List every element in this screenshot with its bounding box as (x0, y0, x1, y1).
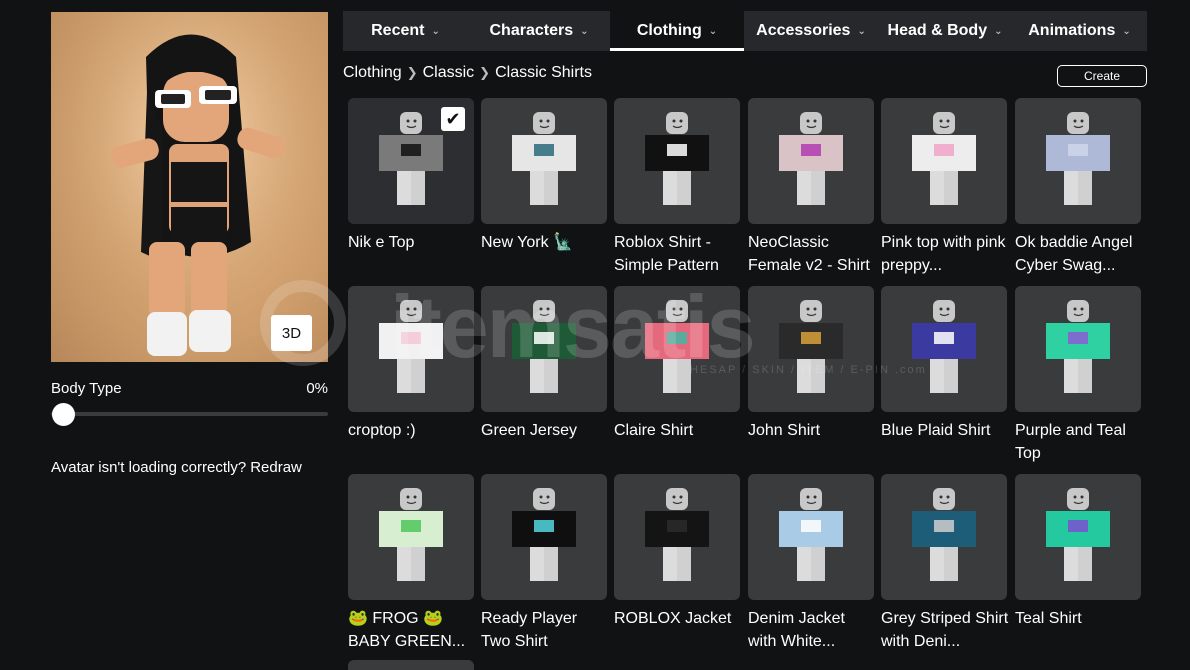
item-name[interactable]: ROBLOX Jacket (614, 607, 742, 630)
chevron-right-icon: ❯ (406, 65, 418, 80)
item-name[interactable]: Teal Shirt (1015, 607, 1143, 630)
item-thumbnail[interactable] (481, 286, 607, 412)
avatar-figure (51, 12, 328, 362)
item-thumbnail[interactable] (1015, 98, 1141, 224)
item-name[interactable]: Roblox Shirt - Simple Pattern (614, 231, 742, 277)
chevron-down-icon: ⌄ (994, 25, 1003, 37)
item-name[interactable]: Green Jersey (481, 419, 609, 442)
breadcrumb-current: Classic Shirts (495, 64, 592, 81)
item-avatar-preview (779, 488, 843, 581)
body-type-label: Body Type (51, 380, 122, 397)
item-thumbnail[interactable] (348, 474, 474, 600)
item-thumbnail[interactable] (881, 286, 1007, 412)
tab-head-body[interactable]: Head & Body ⌄ (878, 11, 1012, 51)
item-name[interactable]: NeoClassic Female v2 - Shirt (748, 231, 876, 277)
item-name[interactable]: Grey Striped Shirt with Deni... (881, 607, 1009, 653)
item-avatar-preview (645, 112, 709, 205)
chevron-down-icon: ⌄ (1122, 25, 1131, 37)
item-avatar-preview (379, 488, 443, 581)
item-thumbnail[interactable] (1015, 286, 1141, 412)
create-button[interactable]: Create (1057, 65, 1147, 87)
chevron-down-icon: ⌄ (580, 25, 589, 37)
item-name[interactable]: Purple and Teal Top (1015, 419, 1143, 465)
item-avatar-preview (1046, 300, 1110, 393)
body-type-slider-knob[interactable] (52, 403, 75, 426)
item-avatar-preview (1046, 488, 1110, 581)
item-thumbnail[interactable] (614, 98, 740, 224)
item-name[interactable]: John Shirt (748, 419, 876, 442)
item-thumbnail[interactable] (881, 474, 1007, 600)
item-thumbnail[interactable] (348, 286, 474, 412)
category-tabs: Recent ⌄ Characters ⌄ Clothing ⌄ Accessorie… (343, 11, 1147, 51)
item-avatar-preview (512, 300, 576, 393)
item-avatar-preview (645, 300, 709, 393)
item-card-partial[interactable] (348, 660, 474, 670)
item-name[interactable]: New York 🗽 (481, 231, 609, 254)
tab-label: Accessories (756, 22, 851, 39)
tab-animations[interactable]: Animations ⌄ (1012, 11, 1147, 51)
item-thumbnail[interactable] (881, 98, 1007, 224)
item-name[interactable]: croptop :) (348, 419, 476, 442)
tab-clothing[interactable]: Clothing ⌄ (610, 11, 744, 51)
breadcrumb-clothing[interactable]: Clothing (343, 64, 402, 81)
tab-label: Head & Body (887, 22, 988, 39)
item-name[interactable]: 🐸 FROG 🐸 BABY GREEN... (348, 607, 476, 653)
reload-hint: Avatar isn't loading correctly? Redraw (51, 459, 302, 476)
chevron-down-icon: ⌄ (708, 25, 718, 37)
item-name[interactable]: Claire Shirt (614, 419, 742, 442)
tab-label: Animations (1028, 22, 1116, 39)
item-name[interactable]: Nik e Top (348, 231, 476, 254)
breadcrumb-classic[interactable]: Classic (423, 64, 475, 81)
item-thumbnail[interactable] (748, 286, 874, 412)
view-3d-toggle[interactable]: 3D (271, 315, 312, 351)
item-name[interactable]: Pink top with pink preppy... (881, 231, 1009, 277)
chevron-down-icon: ⌄ (431, 25, 440, 37)
avatar-preview[interactable]: 3D (51, 12, 328, 362)
item-thumbnail[interactable]: ✔ (348, 98, 474, 224)
chevron-right-icon: ❯ (479, 65, 491, 80)
checkmark-icon[interactable]: ✔ (441, 107, 465, 131)
body-type-slider[interactable] (51, 412, 328, 416)
item-name[interactable]: Blue Plaid Shirt (881, 419, 1009, 442)
item-avatar-preview (512, 112, 576, 205)
breadcrumb: Clothing ❯ Classic ❯ Classic Shirts (343, 64, 592, 82)
tab-recent[interactable]: Recent ⌄ (343, 11, 468, 51)
item-avatar-preview (779, 112, 843, 205)
item-avatar-preview (379, 300, 443, 393)
tab-label: Recent (371, 22, 425, 39)
tab-accessories[interactable]: Accessories ⌄ (744, 11, 878, 51)
item-avatar-preview (645, 488, 709, 581)
item-thumbnail[interactable] (748, 474, 874, 600)
redraw-link[interactable]: Redraw (250, 459, 302, 476)
item-avatar-preview (1046, 112, 1110, 205)
item-thumbnail[interactable] (481, 474, 607, 600)
item-avatar-preview (779, 300, 843, 393)
item-thumbnail[interactable] (614, 286, 740, 412)
item-thumbnail[interactable] (614, 474, 740, 600)
tab-label: Clothing (636, 22, 702, 39)
item-thumbnail[interactable] (481, 98, 607, 224)
item-avatar-preview (912, 488, 976, 581)
item-thumbnail[interactable] (748, 98, 874, 224)
item-avatar-preview (512, 488, 576, 581)
item-name[interactable]: Ready Player Two Shirt (481, 607, 609, 653)
chevron-down-icon: ⌄ (857, 25, 866, 37)
item-thumbnail[interactable] (1015, 474, 1141, 600)
item-avatar-preview (912, 300, 976, 393)
tab-characters[interactable]: Characters ⌄ (468, 11, 610, 51)
item-name[interactable]: Denim Jacket with White... (748, 607, 876, 653)
body-type-value: 0% (306, 380, 328, 397)
item-avatar-preview (912, 112, 976, 205)
reload-text: Avatar isn't loading correctly? (51, 459, 247, 476)
item-name[interactable]: Ok baddie Angel Cyber Swag... (1015, 231, 1143, 277)
tab-label: Characters (489, 22, 574, 39)
